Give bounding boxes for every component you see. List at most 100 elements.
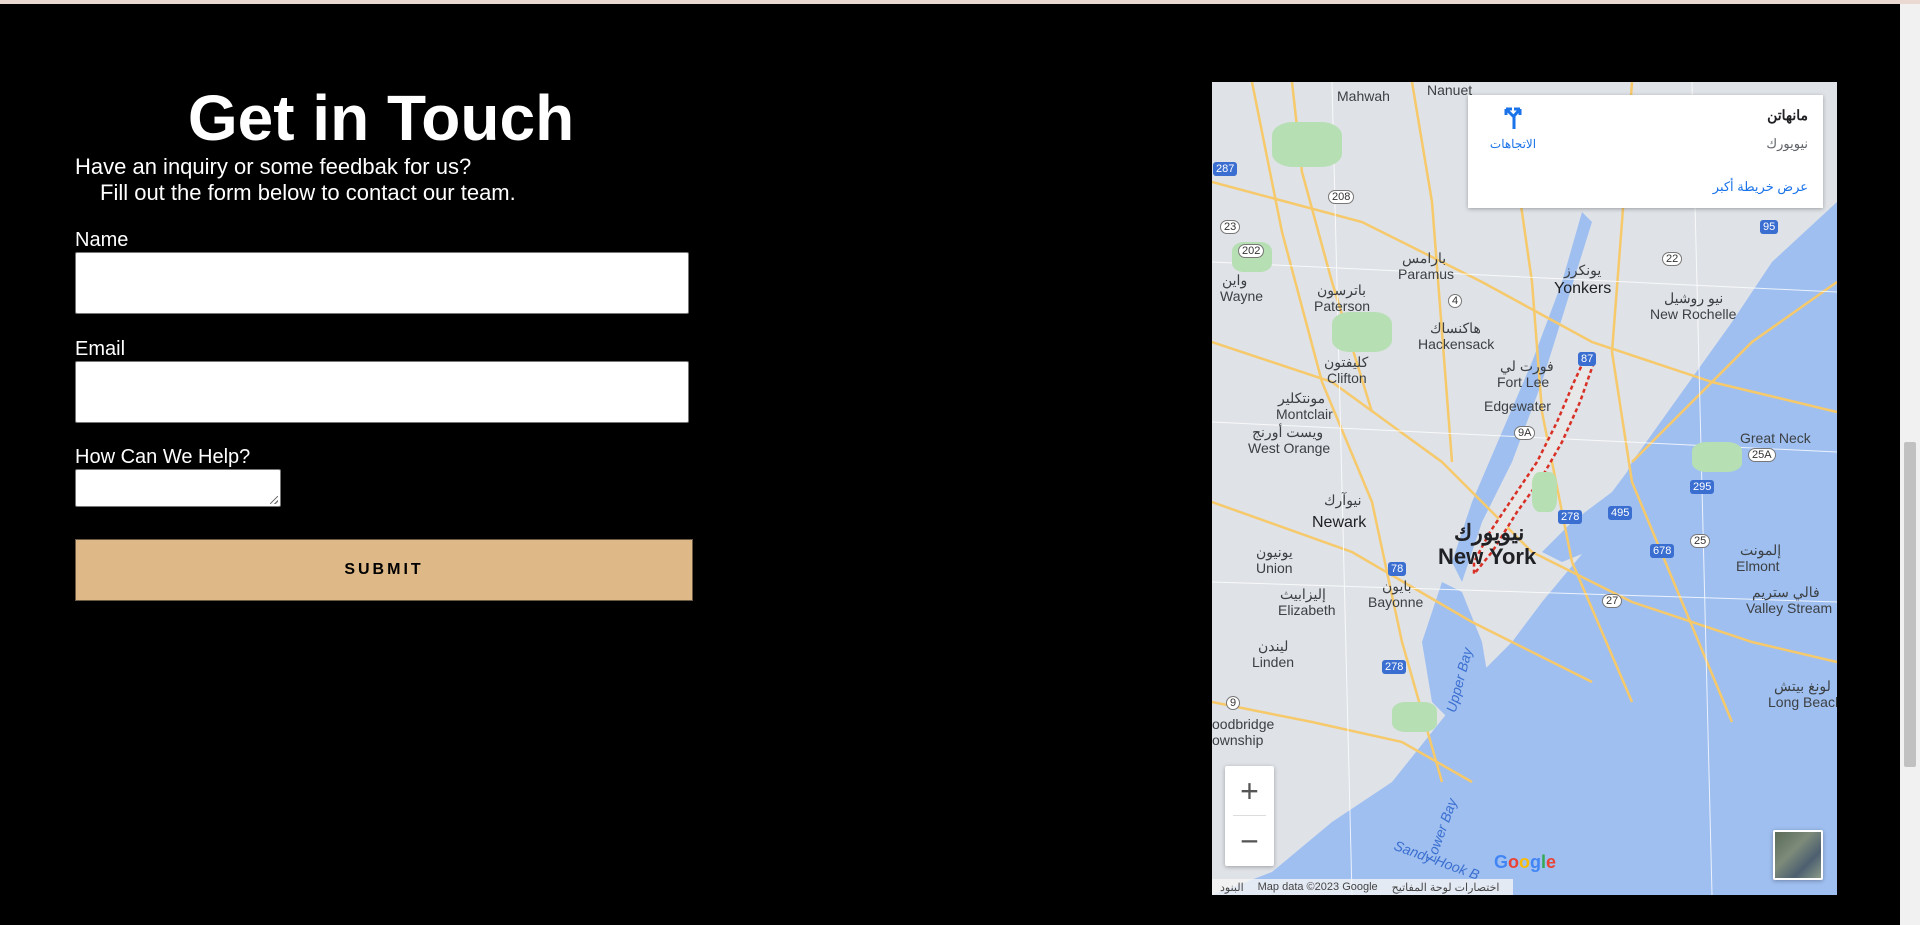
place-title: مانهاتن — [1767, 107, 1808, 123]
park-area — [1272, 122, 1342, 167]
map-label: فالي ستريم — [1752, 584, 1820, 600]
page-title: Get in Touch — [187, 82, 575, 154]
state-route: 25A — [1748, 448, 1776, 462]
resize-grip-icon[interactable] — [270, 496, 278, 504]
terms-link[interactable]: البنود — [1220, 881, 1244, 894]
highway-shield: 495 — [1608, 506, 1633, 520]
zoom-out-button[interactable]: − — [1225, 816, 1274, 866]
help-textarea[interactable] — [75, 469, 281, 507]
map-label: West Orange — [1248, 440, 1331, 456]
highway-shield: 678 — [1650, 544, 1675, 558]
satellite-layer-button[interactable] — [1773, 830, 1823, 880]
park-area — [1532, 472, 1557, 512]
intro-line-2: Fill out the form below to contact our t… — [100, 180, 516, 205]
map-label: Clifton — [1327, 370, 1367, 386]
map-label: Paramus — [1398, 266, 1455, 282]
map-attribution: البنود Map data ©2023 Google اختصارات لو… — [1212, 879, 1513, 895]
place-info-card: مانهاتن نيويورك الاتجاهات عرض خريطة أكبر — [1468, 95, 1823, 208]
view-larger-map-link[interactable]: عرض خريطة أكبر — [1713, 179, 1808, 195]
map-label: Linden — [1252, 654, 1295, 670]
state-route: 23 — [1220, 220, 1241, 234]
map-label-new-york: New York — [1438, 544, 1537, 569]
contact-section: Get in Touch Have an inquiry or some fee… — [75, 80, 695, 601]
map-label: ليندن — [1258, 638, 1289, 654]
highway-shield: 87 — [1578, 352, 1597, 366]
map-label: مونتكلير — [1278, 390, 1326, 406]
directions-button[interactable]: الاتجاهات — [1488, 107, 1538, 151]
help-label: How Can We Help? — [75, 446, 251, 468]
map-label: ويست أورنج — [1252, 424, 1324, 440]
map-data-text: Map data ©2023 Google — [1257, 881, 1378, 893]
highway-shield: 78 — [1388, 562, 1407, 576]
map-label: Elizabeth — [1278, 602, 1336, 618]
map-label: إلمونت — [1740, 542, 1782, 558]
map-label: Mahwah — [1337, 88, 1390, 104]
map-label: Nanuet — [1427, 82, 1473, 98]
map-label: Elmont — [1736, 558, 1780, 574]
map-label: Hackensack — [1418, 336, 1495, 352]
map-label: Newark — [1312, 514, 1367, 531]
keyboard-shortcuts-link[interactable]: اختصارات لوحة المفاتيح — [1392, 881, 1500, 894]
intro-line-1: Have an inquiry or some feedbak for us? — [75, 154, 472, 179]
map-label: ownship — [1212, 732, 1264, 748]
map-label: باترسون — [1317, 282, 1367, 298]
browser-top-strip — [0, 0, 1920, 4]
scrollbar-thumb[interactable] — [1904, 442, 1916, 767]
state-route: 4 — [1448, 294, 1463, 308]
map-label: Fort Lee — [1497, 374, 1550, 390]
highway-shield: 287 — [1213, 162, 1238, 176]
map-label: Yonkers — [1554, 280, 1612, 297]
map-label: Long Beach — [1768, 694, 1837, 710]
map-label: كليفتون — [1324, 354, 1369, 370]
map-label: Valley Stream — [1746, 600, 1833, 616]
state-route: 27 — [1602, 594, 1623, 608]
park-area — [1332, 312, 1392, 352]
map-label: Edgewater — [1484, 398, 1551, 414]
map-label: هاكنساك — [1430, 320, 1481, 336]
email-input[interactable] — [75, 361, 689, 423]
map-label: Bayonne — [1368, 594, 1424, 610]
park-area — [1392, 702, 1437, 732]
map-label: New Rochelle — [1650, 306, 1737, 322]
state-route: 9A — [1514, 426, 1536, 440]
name-label: Name — [75, 229, 129, 251]
page-scrollbar[interactable] — [1900, 4, 1920, 925]
map-label-new-york-ar: نيويورك — [1454, 520, 1525, 545]
map-label: يونيون — [1256, 544, 1293, 560]
state-route: 25 — [1690, 534, 1711, 548]
map-label: واين — [1222, 272, 1248, 288]
park-area — [1692, 442, 1742, 472]
map-label: Paterson — [1314, 298, 1371, 314]
map-label: يونكرز — [1564, 262, 1602, 278]
name-input[interactable] — [75, 252, 689, 314]
submit-button[interactable]: SUBMIT — [75, 539, 693, 601]
directions-icon — [1504, 107, 1522, 129]
state-route: 202 — [1238, 244, 1265, 258]
google-logo: Google — [1494, 852, 1557, 872]
highway-shield: 295 — [1690, 480, 1715, 494]
place-subtitle: نيويورك — [1766, 136, 1808, 151]
map-label: إليزابيث — [1280, 586, 1326, 602]
map-label: Great Neck — [1740, 430, 1811, 446]
map-label: بايون — [1382, 578, 1412, 594]
google-map[interactable]: Mahwah Nanuet بارامس Paramus واين Wayne … — [1212, 82, 1837, 895]
map-label: بارامس — [1402, 250, 1447, 266]
map-label: فورت لي — [1500, 358, 1554, 374]
highway-shield: 278 — [1382, 660, 1407, 674]
map-label: Union — [1256, 560, 1293, 576]
directions-label: الاتجاهات — [1489, 137, 1537, 151]
email-label: Email — [75, 338, 126, 360]
map-label: لونغ بيتش — [1774, 678, 1831, 694]
zoom-divider — [1233, 815, 1266, 816]
map-label: Wayne — [1220, 288, 1264, 304]
state-route: 9 — [1226, 696, 1241, 710]
highway-shield: 95 — [1760, 220, 1779, 234]
map-label: نيو روشيل — [1664, 290, 1724, 306]
state-route: 22 — [1662, 252, 1683, 266]
map-label: نيوآرك — [1324, 492, 1362, 508]
highway-shield: 278 — [1558, 510, 1583, 524]
zoom-in-button[interactable]: + — [1225, 766, 1274, 816]
state-route: 208 — [1328, 190, 1355, 204]
map-label: oodbridge — [1212, 716, 1275, 732]
map-label: Montclair — [1276, 406, 1333, 422]
